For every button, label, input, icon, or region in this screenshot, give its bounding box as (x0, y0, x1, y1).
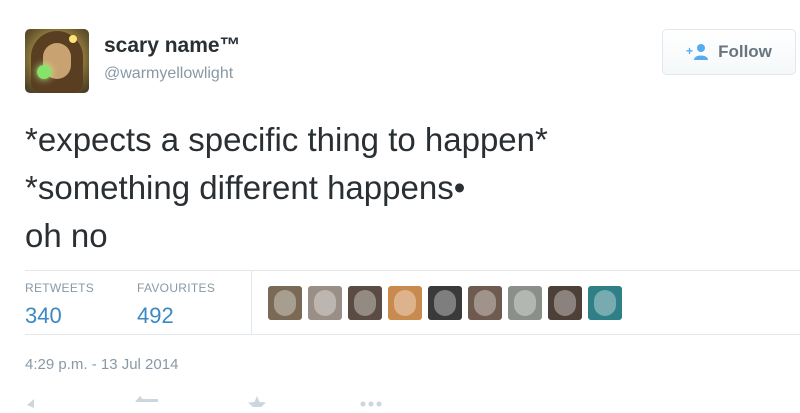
add-user-icon: + (686, 43, 710, 61)
retweet-icon[interactable] (135, 395, 163, 413)
favouriter-face (274, 290, 296, 316)
retweets-stat[interactable]: RETWEETS 340 (25, 281, 94, 329)
profile-avatar[interactable] (25, 29, 89, 93)
favouriter-avatar-2[interactable] (308, 286, 342, 320)
favourites-stat[interactable]: FAVOURITES 492 (137, 281, 215, 329)
favouriter-avatar-7[interactable] (508, 286, 542, 320)
favourite-icon[interactable] (247, 395, 267, 413)
retweets-count: 340 (25, 303, 62, 328)
avatar-spark (69, 35, 77, 43)
more-icon[interactable] (359, 395, 383, 413)
tweet-timestamp[interactable]: 4:29 p.m. - 13 Jul 2014 (25, 356, 178, 373)
reply-icon[interactable] (25, 395, 45, 413)
tweet-text: *expects a specific thing to happen* *so… (25, 116, 548, 260)
user-info: scary name™ @warmyellowlight (104, 34, 241, 83)
favouriter-avatar-4[interactable] (388, 286, 422, 320)
stats-vertical-divider (251, 270, 252, 334)
display-name[interactable]: scary name™ (104, 34, 241, 58)
avatar-glow (37, 65, 51, 79)
svg-text:+: + (686, 44, 693, 58)
favouriter-face (514, 290, 536, 316)
favouriter-face (434, 290, 456, 316)
follow-button[interactable]: + Follow (662, 29, 796, 75)
stats-bottom-divider (25, 334, 800, 335)
favouriter-avatar-8[interactable] (548, 286, 582, 320)
tweet-line: oh no (25, 217, 108, 254)
favourites-label: FAVOURITES (137, 281, 216, 295)
favouriter-avatars (268, 286, 622, 320)
favouriter-avatar-1[interactable] (268, 286, 302, 320)
favourites-count: 492 (137, 303, 174, 328)
user-handle[interactable]: @warmyellowlight (104, 65, 241, 83)
tweet-line: *expects a specific thing to happen* (25, 121, 548, 158)
tweet-line: *something different happens• (25, 169, 466, 206)
favouriter-avatar-9[interactable] (588, 286, 622, 320)
stats-top-divider (25, 270, 800, 271)
favouriter-face (354, 290, 376, 316)
favouriter-avatar-6[interactable] (468, 286, 502, 320)
favouriter-face (554, 290, 576, 316)
favouriter-avatar-5[interactable] (428, 286, 462, 320)
favouriter-face (474, 290, 496, 316)
favouriter-avatar-3[interactable] (348, 286, 382, 320)
tweet-actions (25, 395, 425, 408)
favouriter-face (594, 290, 616, 316)
retweets-label: RETWEETS (25, 281, 95, 295)
favouriter-face (394, 290, 416, 316)
favouriter-face (314, 290, 336, 316)
follow-label: Follow (718, 42, 772, 61)
